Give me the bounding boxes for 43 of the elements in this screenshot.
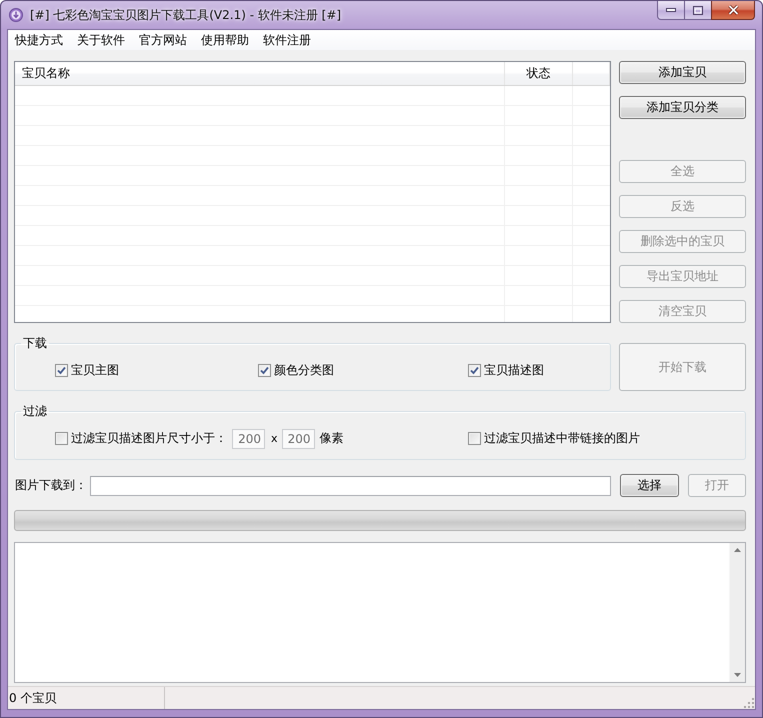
group-title: 下载	[22, 336, 48, 350]
checkbox[interactable]	[468, 364, 481, 376]
scroll-down-icon	[734, 673, 741, 677]
menu-item[interactable]: 快捷方式	[8, 30, 70, 50]
checkbox-label[interactable]: 宝贝主图	[70, 362, 119, 378]
status-text: 0 个宝贝	[8, 690, 56, 706]
column-header[interactable]: 宝贝名称	[15, 62, 505, 85]
maximize-icon	[693, 6, 703, 14]
scrollbar[interactable]	[729, 543, 745, 682]
menu-item[interactable]: 官方网站	[132, 30, 194, 50]
maximize-button[interactable]	[684, 1, 712, 20]
checkbox[interactable]	[468, 432, 481, 445]
times-sign: x	[271, 432, 278, 445]
close-icon	[728, 5, 738, 15]
checkbox[interactable]	[258, 364, 271, 376]
scroll-up-icon	[734, 548, 741, 552]
checkmark-icon	[260, 366, 269, 374]
unit-label: 像素	[320, 430, 344, 447]
menu-item[interactable]: 使用帮助	[194, 30, 256, 50]
side-button[interactable]: 添加宝贝分类	[619, 96, 746, 119]
path-input[interactable]	[90, 476, 611, 496]
close-button[interactable]	[711, 1, 755, 20]
menu-item[interactable]: 软件注册	[256, 30, 318, 50]
window-title: [#] 七彩色淘宝宝贝图片下载工具(V2.1) - 软件未注册 [#]	[30, 6, 342, 24]
checkbox[interactable]	[55, 432, 68, 445]
group-title: 过滤	[22, 404, 48, 418]
column-header[interactable]: 状态	[505, 62, 573, 85]
menu-item[interactable]: 关于软件	[70, 30, 132, 50]
item-list[interactable]: 宝贝名称 状态	[14, 61, 611, 323]
checkbox-label[interactable]: 过滤宝贝描述图片尺寸小于：	[70, 430, 227, 447]
minimize-icon	[666, 8, 676, 12]
checkmark-icon	[57, 366, 66, 374]
checkbox-label[interactable]: 过滤宝贝描述中带链接的图片	[483, 430, 640, 447]
path-label: 图片下载到：	[14, 477, 88, 494]
checkbox-label[interactable]: 颜色分类图	[273, 362, 334, 378]
checkbox-label[interactable]: 宝贝描述图	[483, 362, 544, 378]
checkmark-icon	[470, 366, 479, 374]
minimize-button[interactable]	[657, 1, 685, 20]
side-button[interactable]: 添加宝贝	[619, 61, 746, 84]
path-button[interactable]: 选择	[620, 474, 679, 497]
down-arrow-circle-icon	[9, 8, 23, 22]
resize-grip-icon[interactable]	[744, 698, 754, 708]
checkbox[interactable]	[55, 364, 68, 376]
